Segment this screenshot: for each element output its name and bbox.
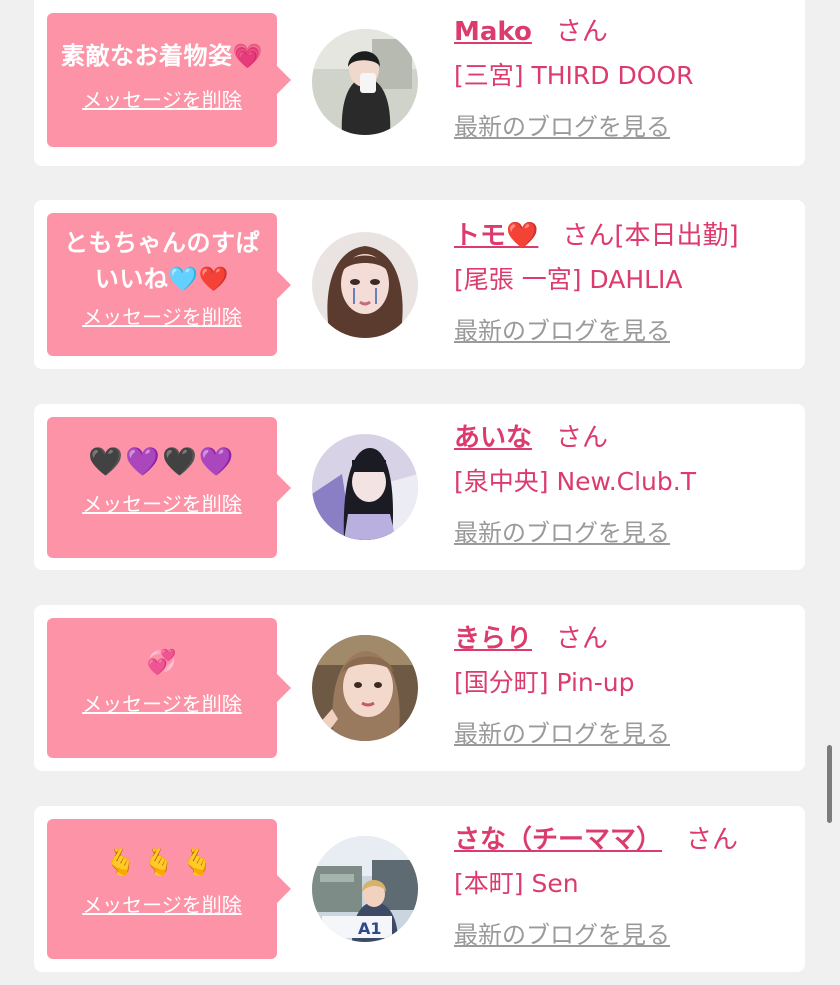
latest-blog-link[interactable]: 最新のブログを見る (454, 316, 670, 346)
heart-icon: 💗 (232, 42, 263, 70)
message-text: 🖤💜🖤💜 (57, 444, 267, 480)
avatar[interactable]: A1 (312, 836, 418, 942)
name-row: Mako さん (454, 14, 793, 50)
shop-label: [尾張 一宮] DAHLIA (454, 265, 683, 294)
message-card: 💞 メッセージを削除 きらり さん [国分町] Pin-up 最新のブログを見る (34, 605, 805, 771)
sender-name-link[interactable]: きらり (454, 624, 532, 654)
avatar-photo (312, 635, 418, 741)
heart-icon: 🩵❤️ (168, 265, 230, 293)
name-row: あいな さん (454, 420, 793, 456)
work-status-label: [本日出勤] (614, 221, 739, 251)
sender-name-link[interactable]: トモ❤️ (454, 221, 538, 251)
delete-message-button[interactable]: メッセージを削除 (82, 688, 242, 717)
message-text: 素敵なお着物姿💗 (57, 38, 267, 74)
avatar-photo: A1 (312, 836, 418, 942)
avatar[interactable] (312, 635, 418, 741)
latest-blog-link[interactable]: 最新のブログを見る (454, 719, 670, 749)
scrollbar-thumb[interactable] (827, 745, 832, 823)
message-card: 🫰🫰🫰 メッセージを削除 A1 さな（チーママ） さん [本町] Sen 最新の… (34, 806, 805, 972)
message-card: 素敵なお着物姿💗 メッセージを削除 Mako さん [三宮] THIRD DOOR… (34, 0, 805, 166)
avatar-photo (312, 232, 418, 338)
avatar[interactable] (312, 434, 418, 540)
sender-info: きらり さん [国分町] Pin-up 最新のブログを見る (454, 621, 793, 749)
message-bubble: 💞 メッセージを削除 (47, 618, 291, 758)
honorific-label: さん (556, 624, 609, 654)
message-text: 💞 (57, 644, 267, 680)
message-card: ともちゃんのすぱいいね🩵❤️ メッセージを削除 トモ❤️ さん[本日出勤] [尾張… (34, 200, 805, 369)
latest-blog-link[interactable]: 最新のブログを見る (454, 920, 670, 950)
sender-info: トモ❤️ さん[本日出勤] [尾張 一宮] DAHLIA 最新のブログを見る (454, 218, 793, 346)
message-list: 素敵なお着物姿💗 メッセージを削除 Mako さん [三宮] THIRD DOOR… (0, 0, 840, 985)
latest-blog-link[interactable]: 最新のブログを見る (454, 112, 670, 142)
name-row: さな（チーママ） さん (454, 822, 793, 858)
sender-info: Mako さん [三宮] THIRD DOOR 最新のブログを見る (454, 14, 793, 142)
finger-heart-icon: 🫰🫰🫰 (104, 848, 220, 878)
sender-info: あいな さん [泉中央] New.Club.T 最新のブログを見る (454, 420, 793, 548)
message-bubble: 🫰🫰🫰 メッセージを削除 (47, 819, 291, 959)
honorific-label: さん (555, 17, 608, 47)
avatar-photo (312, 29, 418, 135)
message-bubble: 素敵なお着物姿💗 メッセージを削除 (47, 13, 291, 147)
message-bubble: ともちゃんのすぱいいね🩵❤️ メッセージを削除 (47, 213, 291, 356)
message-text: 🫰🫰🫰 (57, 845, 267, 881)
hearts-icon: 💞 (146, 648, 178, 676)
heart-icon: ❤️ (506, 221, 539, 251)
name-row: きらり さん (454, 621, 793, 657)
honorific-label: さん (556, 423, 609, 453)
avatar[interactable] (312, 29, 418, 135)
shop-label: [三宮] THIRD DOOR (454, 61, 694, 90)
sender-name-link[interactable]: さな（チーママ） (454, 825, 662, 855)
delete-message-button[interactable]: メッセージを削除 (82, 301, 242, 330)
honorific-label: さん (562, 221, 615, 251)
message-card: 🖤💜🖤💜 メッセージを削除 あいな さん [泉中央] New.Club.T 最新の… (34, 404, 805, 570)
sender-name-link[interactable]: あいな (454, 423, 532, 453)
message-bubble: 🖤💜🖤💜 メッセージを削除 (47, 417, 291, 558)
delete-message-button[interactable]: メッセージを削除 (82, 84, 242, 113)
honorific-label: さん (686, 825, 739, 855)
name-row: トモ❤️ さん[本日出勤] (454, 218, 793, 254)
avatar[interactable] (312, 232, 418, 338)
svg-text:A1: A1 (358, 919, 382, 938)
delete-message-button[interactable]: メッセージを削除 (82, 488, 242, 517)
avatar-photo (312, 434, 418, 540)
shop-label: [本町] Sen (454, 869, 579, 898)
message-text-body: ともちゃんのすぱいいね (64, 229, 260, 293)
sender-name-link[interactable]: Mako (454, 17, 532, 47)
delete-message-button[interactable]: メッセージを削除 (82, 889, 242, 918)
sender-info: さな（チーママ） さん [本町] Sen 最新のブログを見る (454, 822, 793, 950)
latest-blog-link[interactable]: 最新のブログを見る (454, 518, 670, 548)
sender-name-text: トモ (454, 221, 507, 251)
heart-icon: 🖤💜🖤💜 (88, 445, 236, 478)
shop-label: [泉中央] New.Club.T (454, 467, 696, 496)
message-text: ともちゃんのすぱいいね🩵❤️ (57, 225, 267, 297)
shop-label: [国分町] Pin-up (454, 668, 635, 697)
message-text-body: 素敵なお着物姿 (61, 42, 233, 70)
